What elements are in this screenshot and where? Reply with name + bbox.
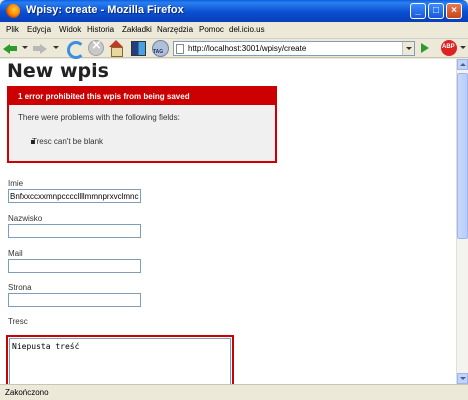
back-dropdown-icon[interactable] [22, 46, 28, 49]
status-bar: Zakończono [0, 384, 468, 400]
status-text: Zakończono [5, 388, 49, 397]
page-icon [176, 44, 184, 54]
tresc-textarea[interactable]: Niepusta treść [9, 338, 231, 384]
close-button[interactable]: × [446, 3, 462, 19]
stop-icon[interactable] [88, 38, 104, 57]
scroll-down-icon[interactable] [457, 373, 468, 384]
mail-input[interactable] [8, 259, 141, 273]
menu-historia[interactable]: Historia [87, 25, 114, 34]
menu-zakladki[interactable]: Zakładki [122, 25, 152, 34]
error-explanation: 1 error prohibited this wpis from being … [7, 86, 277, 163]
url-bar[interactable]: http://localhost:3001/wpisy/create [173, 41, 415, 56]
minimize-button[interactable]: _ [410, 3, 426, 19]
menu-widok[interactable]: Widok [59, 25, 81, 34]
adblock-label: ABP [442, 44, 455, 50]
firefox-icon [6, 4, 20, 18]
back-icon[interactable] [3, 40, 19, 57]
imie-input[interactable]: Bnfxxccxxmnpccccllllmmnprxvclmnc [8, 189, 141, 203]
menu-plik[interactable]: Plik [6, 25, 19, 34]
adblock-dropdown-icon[interactable] [460, 46, 466, 49]
menu-pomoc[interactable]: Pomoc [199, 25, 224, 34]
imie-label: Imie [8, 179, 24, 188]
menu-narzedzia[interactable]: Narzędzia [157, 25, 193, 34]
forward-dropdown-icon[interactable] [53, 46, 59, 49]
tresc-label: Tresc [8, 317, 28, 326]
url-dropdown-icon[interactable] [402, 42, 414, 55]
window-titlebar: Wpisy: create - Mozilla Firefox _ □ × [0, 0, 468, 22]
forward-icon[interactable] [33, 40, 49, 57]
vertical-scrollbar[interactable] [456, 59, 468, 384]
menu-bar: Plik Edycja Widok Historia Zakładki Narz… [0, 22, 468, 39]
scroll-up-icon[interactable] [457, 59, 468, 70]
maximize-button[interactable]: □ [428, 3, 444, 19]
tag-label: TAG [153, 49, 164, 55]
error-header: 1 error prohibited this wpis from being … [9, 88, 275, 105]
strona-input[interactable] [8, 293, 141, 307]
page-title: New wpis [7, 60, 109, 82]
bookmark-icon[interactable] [130, 40, 146, 57]
reload-icon[interactable] [66, 40, 85, 59]
scroll-thumb[interactable] [457, 73, 468, 239]
strona-label: Strona [8, 283, 32, 292]
tag-icon[interactable]: TAG [151, 40, 169, 57]
page-content: New wpis 1 error prohibited this wpis fr… [0, 59, 456, 384]
go-icon[interactable] [419, 40, 433, 57]
home-icon[interactable] [108, 40, 124, 57]
url-text[interactable]: http://localhost:3001/wpisy/create [188, 44, 306, 53]
mail-label: Mail [8, 249, 23, 258]
navigation-toolbar: TAG http://localhost:3001/wpisy/create A… [0, 38, 468, 59]
tresc-field-with-errors: Niepusta treść [6, 335, 234, 384]
menu-delicious[interactable]: del.icio.us [229, 25, 265, 34]
nazwisko-input[interactable] [8, 224, 141, 238]
menu-edycja[interactable]: Edycja [27, 25, 51, 34]
window-title: Wpisy: create - Mozilla Firefox [26, 4, 184, 16]
error-intro: There were problems with the following f… [18, 113, 180, 122]
nazwisko-label: Nazwisko [8, 214, 43, 223]
error-item: Tresc can't be blank [32, 137, 104, 146]
adblock-icon[interactable]: ABP [441, 40, 458, 57]
